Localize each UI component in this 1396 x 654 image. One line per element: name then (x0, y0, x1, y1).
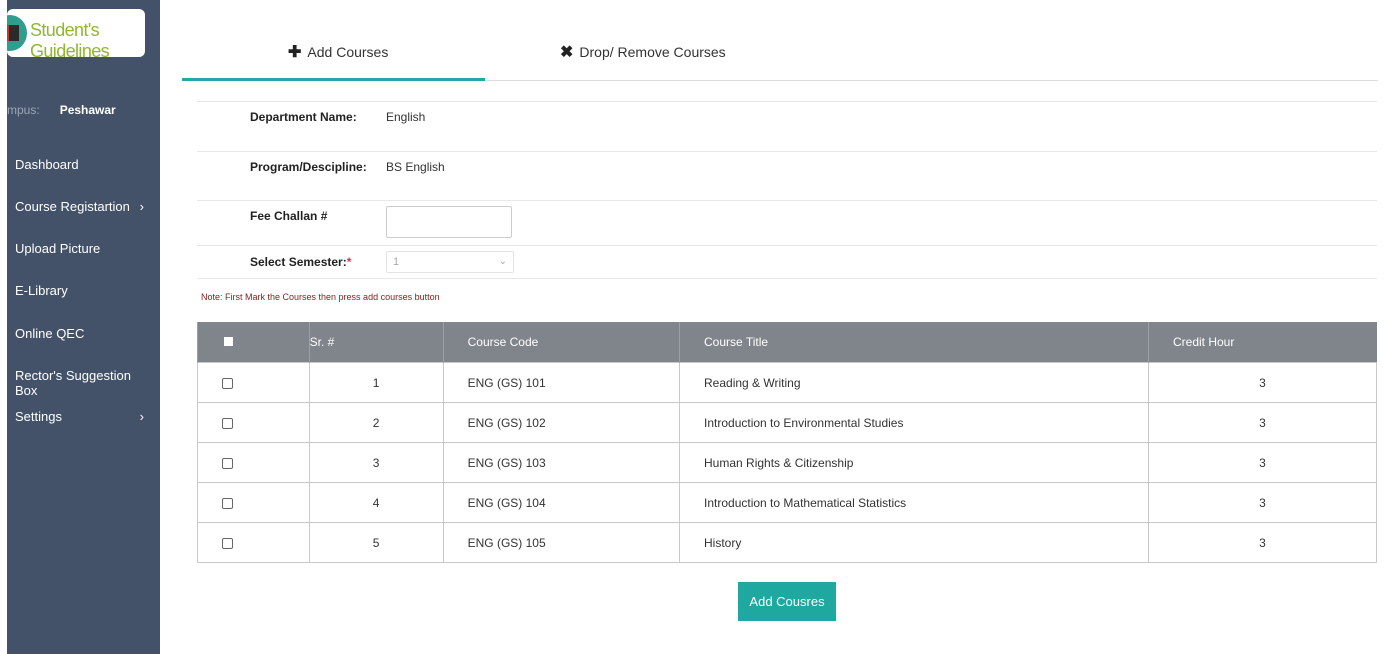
sidebar-edge (0, 0, 7, 654)
cell-sr: 3 (308, 442, 444, 483)
required-marker: * (346, 255, 352, 269)
row-divider (197, 278, 1377, 279)
active-tab-indicator (182, 78, 485, 81)
row-checkbox[interactable] (222, 497, 233, 509)
cell-course-code: ENG (GS) 103 (442, 442, 681, 483)
logo[interactable]: Student's Guidelines (7, 9, 145, 57)
campus-info: mpus: Peshawar (7, 103, 116, 117)
chevron-down-icon: ⌄ (498, 256, 507, 267)
cell-credit-hour: 3 (1147, 522, 1378, 563)
row-divider (197, 151, 1377, 152)
sidebar: Student's Guidelines mpus: Peshawar Dashb… (0, 0, 160, 654)
department-value: English (386, 110, 426, 124)
cell-sr: 1 (308, 362, 444, 403)
cell-course-title: Introduction to Environmental Studies (679, 402, 1149, 443)
table-row: 5 ENG (GS) 105 History 3 (197, 522, 1378, 563)
table-row: 3 ENG (GS) 103 Human Rights & Citizenshi… (197, 442, 1378, 483)
campus-label: mpus: (7, 103, 40, 117)
cell-sr: 2 (308, 402, 444, 443)
cell-sr: 5 (308, 522, 444, 563)
cell-course-code: ENG (GS) 101 (442, 362, 681, 403)
table-header-row: Sr. # Course Code Course Title Credit Ho… (197, 322, 1377, 363)
row-divider (197, 245, 1377, 246)
program-label: Program/Descipline: (250, 160, 367, 174)
tab-drop-remove-courses[interactable]: ✖ Drop/ Remove Courses (560, 42, 726, 62)
row-select-cell (197, 482, 310, 523)
cell-sr: 4 (308, 482, 444, 523)
tab-add-courses[interactable]: ✚ Add Courses (288, 42, 388, 62)
campus-value: Peshawar (59, 103, 116, 117)
header-course-code: Course Code (442, 322, 680, 363)
row-checkbox[interactable] (222, 457, 233, 469)
cell-course-title: Introduction to Mathematical Statistics (679, 482, 1149, 523)
sidebar-item-label: Settings (15, 409, 62, 424)
row-checkbox[interactable] (222, 537, 233, 549)
row-divider (197, 200, 1377, 201)
sidebar-item-label: Rector's Suggestion Box (15, 368, 131, 398)
sidebar-item-upload-picture[interactable]: Upload Picture (15, 241, 150, 256)
cell-course-title: Human Rights & Citizenship (679, 442, 1149, 483)
header-sr: Sr. # (308, 322, 444, 363)
sidebar-item-suggestion-box[interactable]: Rector's Suggestion Box (15, 368, 150, 398)
logo-text: Student's Guidelines (30, 20, 110, 57)
row-checkbox[interactable] (222, 417, 233, 429)
program-value: BS English (386, 160, 445, 174)
cell-credit-hour: 3 (1147, 402, 1378, 443)
row-select-cell (197, 442, 310, 483)
tab-label: Add Courses (307, 44, 389, 60)
select-all-checkbox[interactable] (224, 337, 233, 346)
close-icon: ✖ (560, 44, 574, 61)
header-course-title: Course Title (679, 322, 1149, 363)
department-label: Department Name: (250, 110, 357, 124)
table-row: 1 ENG (GS) 101 Reading & Writing 3 (197, 362, 1378, 403)
row-checkbox[interactable] (222, 377, 233, 389)
sidebar-item-settings[interactable]: Settings › (15, 409, 150, 424)
sidebar-item-e-library[interactable]: E-Library (15, 283, 150, 298)
fee-challan-input[interactable] (386, 206, 512, 238)
row-select-cell (197, 402, 310, 443)
add-courses-button[interactable]: Add Cousres (738, 582, 836, 621)
select-all-header[interactable] (197, 322, 310, 363)
cell-course-code: ENG (GS) 105 (442, 522, 681, 563)
semester-label: Select Semester:* (250, 255, 351, 269)
sidebar-item-course-registration[interactable]: Course Registartion › (15, 199, 150, 214)
header-credit-hour: Credit Hour (1147, 322, 1377, 363)
sidebar-item-label: E-Library (15, 283, 68, 298)
table-row: 4 ENG (GS) 104 Introduction to Mathemati… (197, 482, 1378, 523)
sidebar-item-label: Dashboard (15, 157, 79, 172)
cell-course-title: Reading & Writing (679, 362, 1149, 403)
instruction-note: Note: First Mark the Courses then press … (201, 292, 440, 302)
sidebar-item-online-qec[interactable]: Online QEC (15, 326, 150, 341)
sidebar-item-dashboard[interactable]: Dashboard (15, 157, 150, 172)
courses-table: Sr. # Course Code Course Title Credit Ho… (197, 322, 1378, 563)
sidebar-item-label: Upload Picture (15, 241, 101, 256)
plus-icon: ✚ (288, 44, 302, 61)
table-row: 2 ENG (GS) 102 Introduction to Environme… (197, 402, 1378, 443)
cell-credit-hour: 3 (1147, 362, 1378, 403)
semester-select[interactable]: 1 ⌄ (386, 251, 514, 273)
cell-course-code: ENG (GS) 102 (442, 402, 681, 443)
chevron-right-icon: › (139, 409, 144, 424)
row-select-cell (197, 522, 310, 563)
row-divider (197, 101, 1377, 102)
chevron-right-icon: › (139, 199, 144, 214)
sidebar-item-label: Online QEC (15, 326, 85, 341)
fee-challan-label: Fee Challan # (250, 209, 328, 223)
cell-credit-hour: 3 (1147, 442, 1378, 483)
tab-label: Drop/ Remove Courses (579, 44, 726, 60)
semester-select-value: 1 (393, 256, 400, 268)
semester-label-text: Select Semester: (250, 255, 347, 269)
row-select-cell (197, 362, 310, 403)
cell-course-title: History (679, 522, 1149, 563)
cell-course-code: ENG (GS) 104 (442, 482, 681, 523)
sidebar-item-label: Course Registartion (15, 199, 130, 214)
cell-credit-hour: 3 (1147, 482, 1378, 523)
logo-book-icon (7, 15, 27, 51)
